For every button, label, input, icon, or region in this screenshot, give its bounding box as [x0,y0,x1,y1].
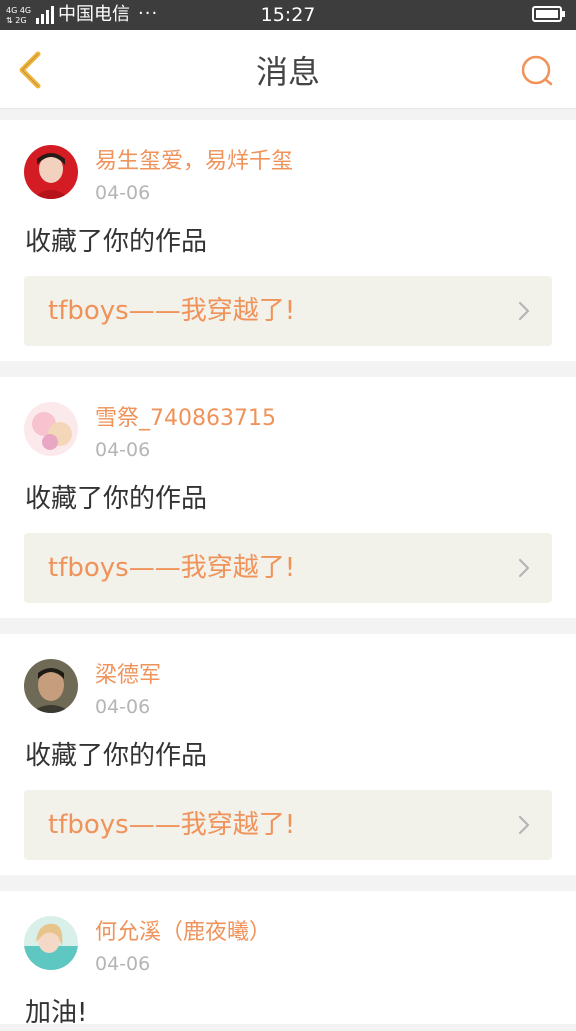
chevron-right-icon [518,815,530,835]
message-card: 何允溪（鹿夜曦） 04-06 加油! [0,891,576,1028]
avatar-image [24,659,78,713]
page-title: 消息 [255,53,320,91]
status-bar: 4G 4G ⇅ 2G 中国电信 ··· 15:27 [0,0,576,30]
message-card: 雪祭_740863715 04-06 收藏了你的作品 tfboys——我穿越了! [0,377,576,618]
message-text: 收藏了你的作品 [25,741,208,771]
message-date: 04-06 [95,696,151,718]
message-card: 梁德军 04-06 收藏了你的作品 tfboys——我穿越了! [0,634,576,875]
work-link[interactable]: tfboys——我穿越了! [24,276,552,346]
search-button[interactable] [518,52,558,92]
avatar-image [24,402,78,456]
search-icon [521,55,553,86]
message-date: 04-06 [95,439,151,461]
message-date: 04-06 [95,182,151,204]
avatar[interactable] [24,402,78,456]
battery-icon [532,6,565,22]
chevron-right-icon [518,301,530,321]
avatar-image [24,145,78,199]
username[interactable]: 梁德军 [95,661,161,691]
work-title: tfboys——我穿越了! [48,296,296,326]
avatar[interactable] [24,145,78,199]
avatar-image [24,916,78,970]
message-card: 易生玺爱，易烊千玺 04-06 收藏了你的作品 tfboys——我穿越了! [0,120,576,361]
username[interactable]: 雪祭_740863715 [95,404,276,434]
work-link[interactable]: tfboys——我穿越了! [24,533,552,603]
work-title: tfboys——我穿越了! [48,553,296,583]
username[interactable]: 易生玺爱，易烊千玺 [95,147,293,177]
message-text: 加油! [25,998,88,1028]
message-date: 04-06 [95,953,151,975]
work-link[interactable]: tfboys——我穿越了! [24,790,552,860]
clock: 15:27 [260,4,316,26]
chevron-right-icon [518,558,530,578]
message-text: 收藏了你的作品 [25,484,208,514]
avatar[interactable] [24,916,78,970]
message-text: 收藏了你的作品 [25,227,208,257]
work-title: tfboys——我穿越了! [48,810,296,840]
username[interactable]: 何允溪（鹿夜曦） [95,918,271,948]
avatar[interactable] [24,659,78,713]
nav-header: 消息 [0,30,576,109]
